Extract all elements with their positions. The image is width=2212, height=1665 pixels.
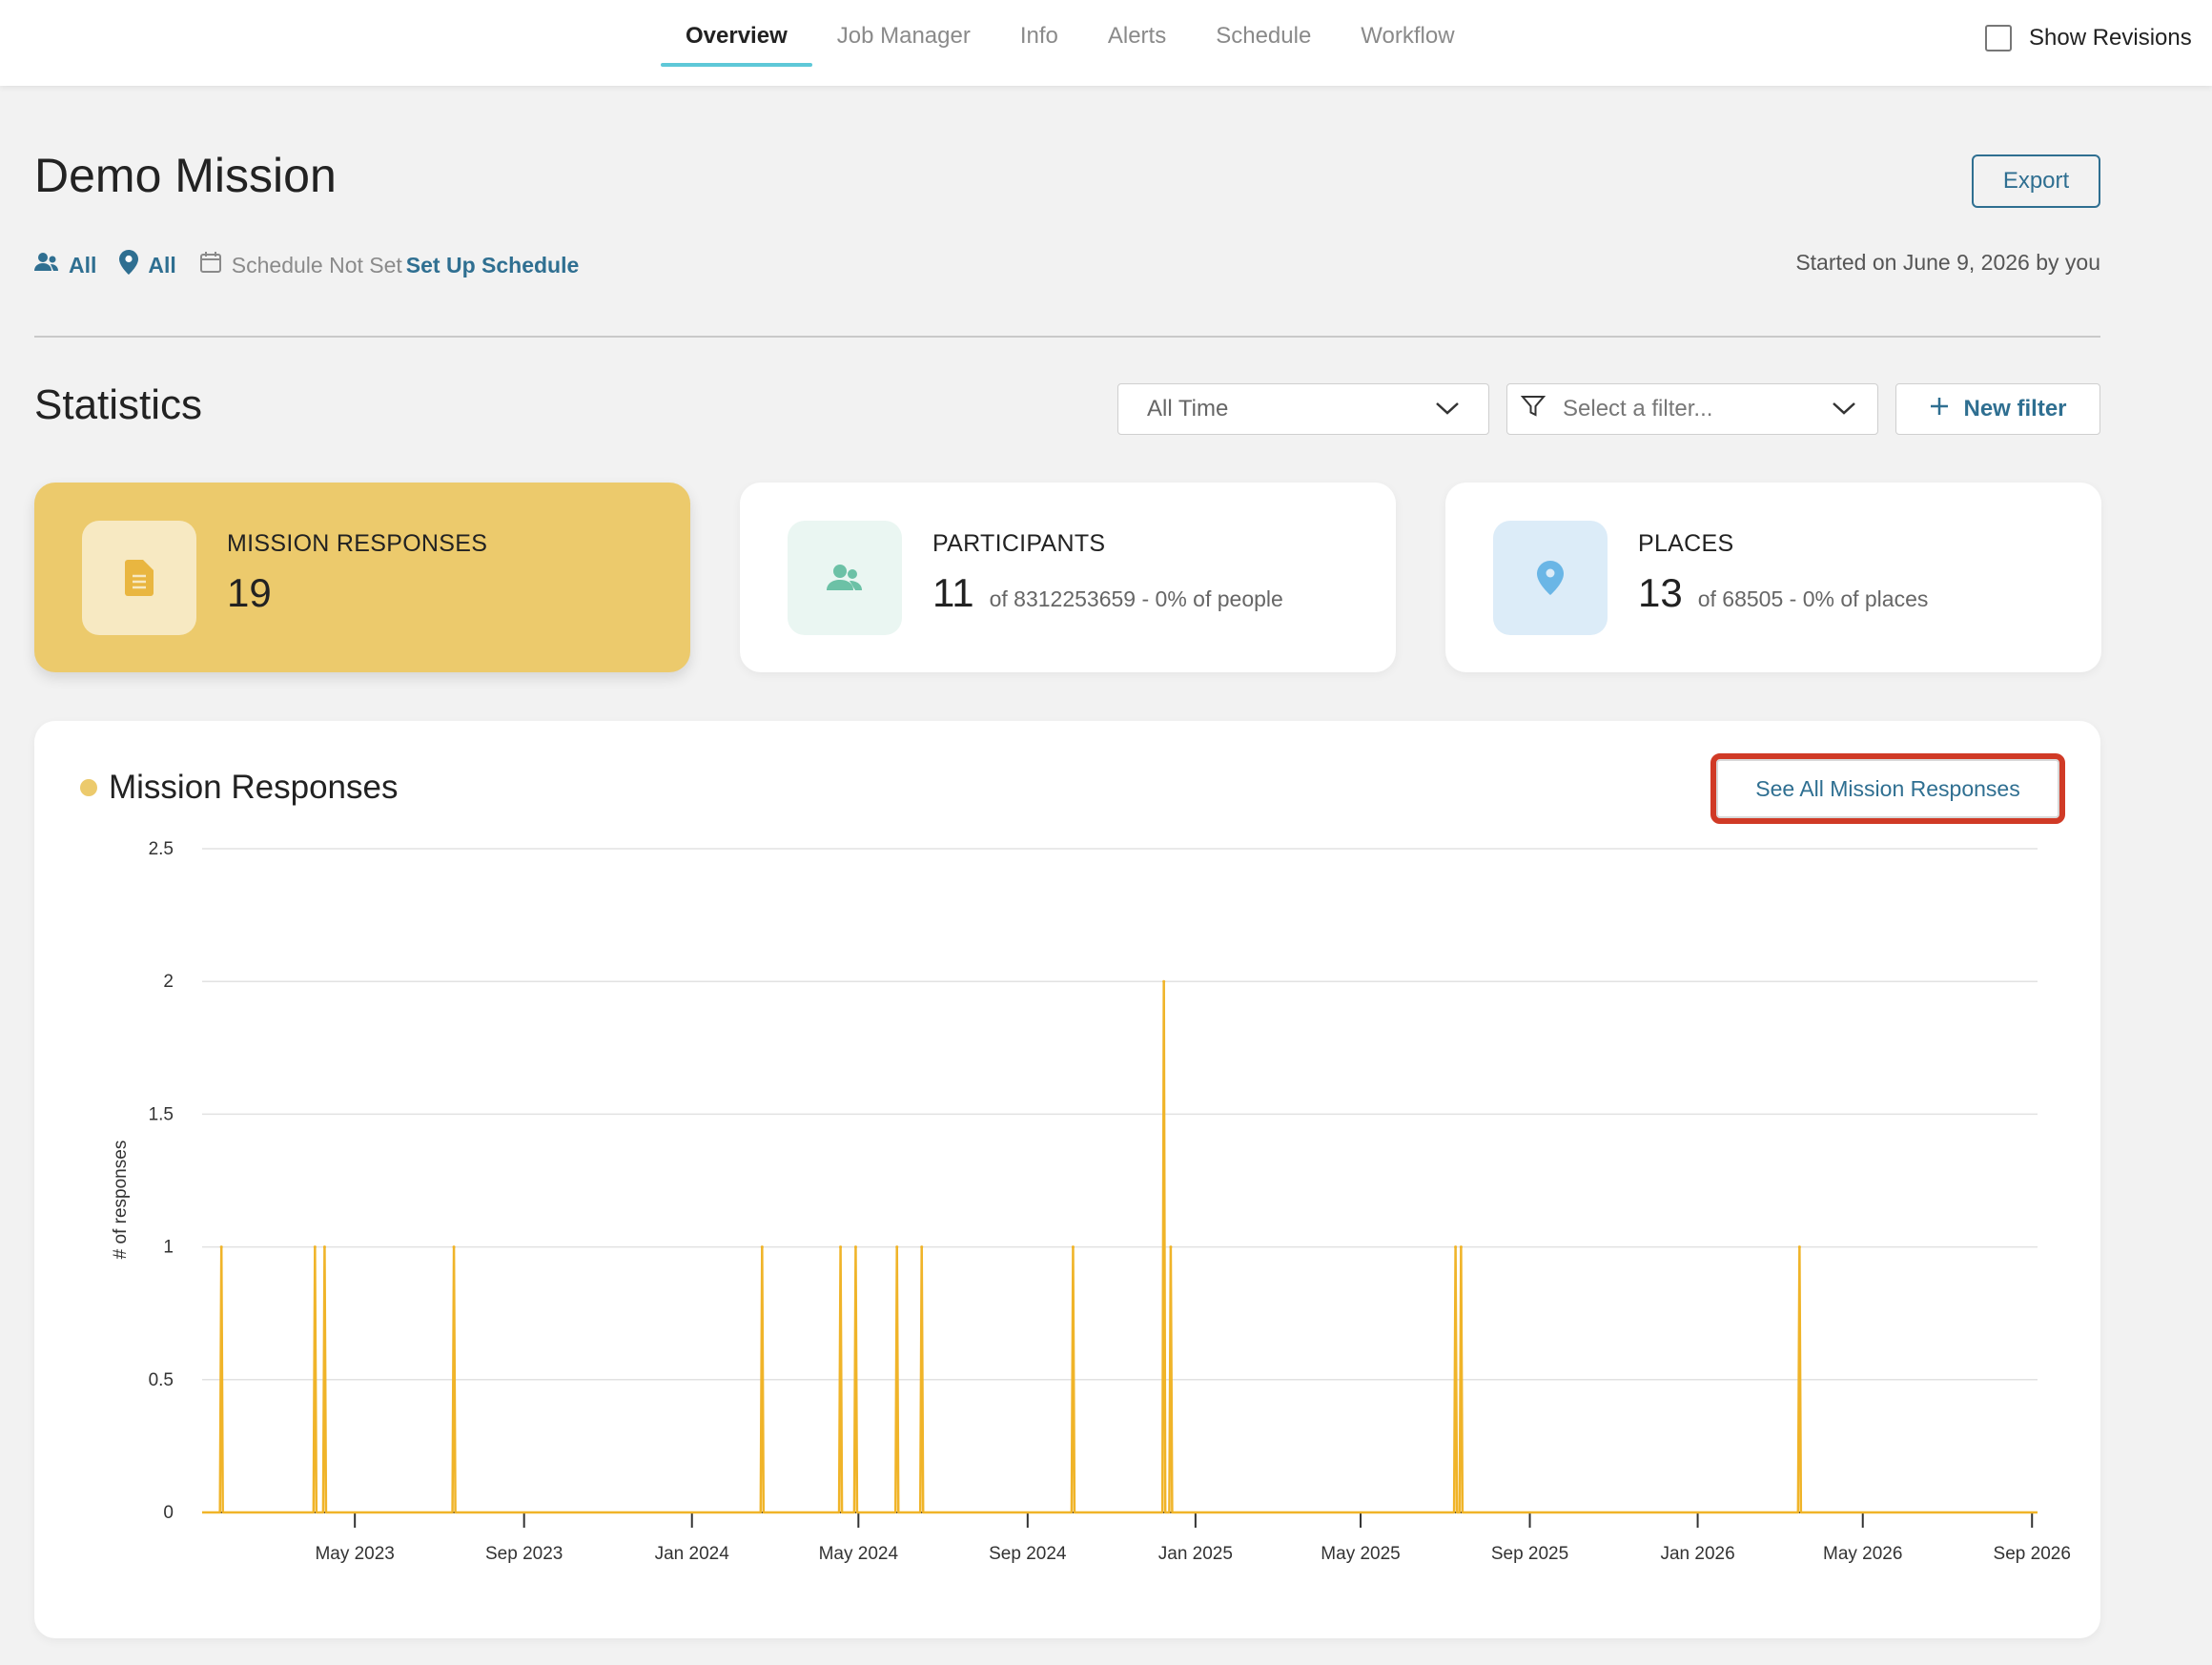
- tab-schedule[interactable]: Schedule: [1191, 0, 1336, 86]
- mission-meta: All All Schedule Not Set Set Up Schedule: [34, 250, 579, 280]
- new-filter-button[interactable]: New filter: [1895, 383, 2100, 435]
- filter-funnel-icon: [1520, 394, 1546, 425]
- chevron-down-icon: [1435, 396, 1460, 422]
- mission-responses-label: MISSION RESPONSES: [227, 530, 488, 557]
- data-point: [853, 1245, 857, 1249]
- places-value-row: 13 of 68505 - 0% of places: [1638, 570, 1928, 616]
- data-point: [1169, 1245, 1173, 1249]
- x-tick-label: Sep 2026: [1994, 1544, 2071, 1564]
- x-tick-label: Jan 2024: [655, 1544, 730, 1564]
- tab-job-manager[interactable]: Job Manager: [812, 0, 995, 86]
- people-icon: [788, 521, 902, 635]
- y-tick-label: 2.5: [149, 839, 174, 859]
- participants-subtext: of 8312253659 - 0% of people: [989, 586, 1283, 611]
- page-title: Demo Mission: [34, 149, 337, 202]
- location-pin-icon: [119, 250, 139, 280]
- show-revisions-toggle[interactable]: Show Revisions: [1985, 25, 2192, 51]
- data-point: [322, 1245, 326, 1249]
- places-subtext: of 68505 - 0% of places: [1697, 586, 1929, 611]
- x-tick-label: Jan 2026: [1660, 1544, 1734, 1564]
- participants-count: 11: [932, 570, 974, 615]
- data-point: [1459, 1245, 1463, 1249]
- x-tick-label: Sep 2025: [1491, 1544, 1568, 1564]
- places-filter-label: All: [148, 252, 176, 278]
- mission-responses-value-row: 19: [227, 570, 272, 616]
- data-point: [839, 1245, 843, 1249]
- show-revisions-checkbox[interactable]: [1985, 25, 2012, 51]
- data-point: [1162, 979, 1166, 983]
- y-tick-label: 1: [163, 1238, 174, 1258]
- places-count: 13: [1638, 570, 1683, 615]
- show-revisions-label: Show Revisions: [2029, 25, 2192, 51]
- responses-chart: 0 0.5 1 1.5 2 2.5 May 2023 Sep 2023 Jan 2024 May …: [111, 839, 2071, 1564]
- participants-value-row: 11 of 8312253659 - 0% of people: [932, 570, 1283, 616]
- data-point: [219, 1245, 223, 1249]
- document-icon: [82, 521, 196, 635]
- data-point: [895, 1245, 899, 1249]
- y-tick-label: 0.5: [149, 1370, 174, 1390]
- data-point: [920, 1245, 924, 1249]
- mission-responses-card[interactable]: MISSION RESPONSES 19: [34, 483, 690, 672]
- tab-bar: Overview Job Manager Info Alerts Schedul…: [661, 0, 1480, 86]
- x-tick-label: Jan 2025: [1158, 1544, 1233, 1564]
- data-point: [760, 1245, 764, 1249]
- participants-label: PARTICIPANTS: [932, 530, 1106, 557]
- x-tick-label: May 2023: [315, 1544, 394, 1564]
- places-card[interactable]: PLACES 13 of 68505 - 0% of places: [1445, 483, 2101, 672]
- top-navigation: Overview Job Manager Info Alerts Schedul…: [0, 0, 2212, 86]
- people-icon: [34, 252, 59, 278]
- tab-info[interactable]: Info: [995, 0, 1083, 86]
- participants-filter-label: All: [69, 252, 97, 278]
- filter-select[interactable]: Select a filter...: [1506, 383, 1878, 435]
- mission-responses-chart-card: Mission Responses See All Mission Respon…: [34, 721, 2100, 1638]
- schedule-status: Schedule Not Set: [199, 251, 402, 279]
- data-point: [452, 1245, 456, 1249]
- places-label: PLACES: [1638, 530, 1734, 557]
- y-tick-label: 2: [163, 972, 174, 992]
- places-filter-link[interactable]: All: [119, 250, 176, 280]
- plus-icon: [1929, 396, 1950, 423]
- time-range-value: All Time: [1147, 396, 1229, 421]
- tab-workflow[interactable]: Workflow: [1336, 0, 1479, 86]
- data-point: [1071, 1245, 1075, 1249]
- y-tick-label: 1.5: [149, 1104, 174, 1124]
- started-info: Started on June 9, 2026 by you: [1795, 250, 2100, 275]
- data-point: [1454, 1245, 1458, 1249]
- calendar-icon: [199, 251, 222, 279]
- header-divider: [34, 336, 2100, 338]
- x-tick-label: May 2026: [1823, 1544, 1902, 1564]
- tab-overview[interactable]: Overview: [661, 0, 812, 86]
- location-pin-icon: [1493, 521, 1608, 635]
- mission-responses-count: 19: [227, 570, 272, 615]
- x-tick-label: May 2024: [819, 1544, 899, 1564]
- new-filter-label: New filter: [1963, 396, 2067, 421]
- y-axis-label: # of responses: [111, 1141, 131, 1260]
- participants-card[interactable]: PARTICIPANTS 11 of 8312253659 - 0% of pe…: [740, 483, 1396, 672]
- chevron-down-icon: [1832, 396, 1856, 422]
- x-tick-label: Sep 2024: [989, 1544, 1067, 1564]
- x-tick-label: Sep 2023: [485, 1544, 563, 1564]
- statistics-title: Statistics: [34, 381, 203, 428]
- data-point: [313, 1245, 317, 1249]
- schedule-status-text: Schedule Not Set: [231, 252, 402, 278]
- y-tick-label: 0: [163, 1503, 174, 1523]
- export-button[interactable]: Export: [1972, 154, 2100, 208]
- participants-filter-link[interactable]: All: [34, 252, 96, 278]
- data-point: [1797, 1245, 1801, 1249]
- tab-alerts[interactable]: Alerts: [1083, 0, 1191, 86]
- x-tick-label: May 2025: [1321, 1544, 1400, 1564]
- set-up-schedule-link[interactable]: Set Up Schedule: [406, 253, 579, 278]
- filter-placeholder: Select a filter...: [1563, 396, 1713, 421]
- time-range-select[interactable]: All Time: [1117, 383, 1489, 435]
